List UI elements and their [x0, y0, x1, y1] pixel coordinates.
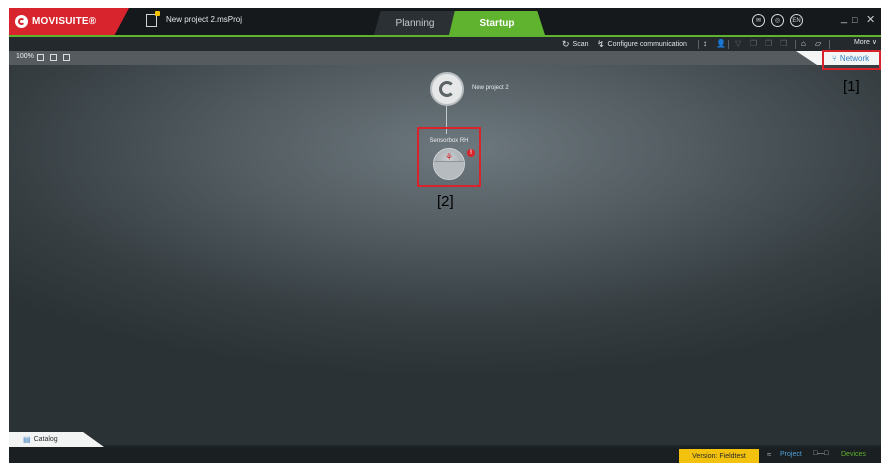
collapse-icon[interactable]: ≈ [767, 450, 771, 459]
toolbar: ↻ Scan ↯ Configure communication ↕ 👤 ▽ ❐… [9, 35, 881, 51]
marker-1: [1] [843, 78, 860, 95]
toolbar-separator [829, 40, 830, 49]
refresh-icon: ↻ [562, 38, 570, 49]
tab-startup[interactable]: Startup [449, 11, 545, 35]
filter-icon[interactable]: ▽ [735, 39, 741, 48]
network-canvas[interactable] [9, 65, 881, 445]
toolbar-separator [795, 40, 796, 49]
search-icon[interactable]: ◎ [771, 14, 784, 27]
copy-icon[interactable]: ❐ [750, 39, 757, 48]
toolbar-separator [728, 40, 729, 49]
tab-planning[interactable]: Planning [374, 11, 456, 35]
brand-logo[interactable]: MOVISUITE® [9, 8, 129, 35]
highlight-network [822, 50, 881, 70]
project-file-name: New project 2.msProj [166, 15, 243, 24]
zoom-fit-icon[interactable] [37, 54, 44, 61]
upload-icon[interactable]: ❐ [765, 39, 772, 48]
device-sensor-icon: ⚘ [445, 152, 454, 162]
catalog-label: Catalog [33, 436, 58, 443]
sew-logo-icon [15, 15, 28, 28]
close-button[interactable]: ✕ [866, 14, 875, 27]
language-button[interactable]: EN [790, 14, 803, 27]
toolbar-separator [698, 40, 699, 49]
brand-name: MOVISUITE® [32, 16, 97, 27]
project-file-icon[interactable] [146, 11, 160, 27]
project-icon [439, 81, 455, 97]
app-window: MOVISUITE® New project 2.msProj Planning… [9, 8, 881, 463]
title-bar: MOVISUITE® New project 2.msProj Planning… [9, 8, 881, 35]
status-devices[interactable]: Devices [841, 451, 866, 458]
download-icon[interactable]: ❐ [780, 39, 787, 48]
zoom-bar: 100% [9, 51, 881, 65]
plug-icon: ↯ [597, 38, 605, 49]
version-badge: Version: Fieldtest [679, 449, 759, 463]
home-icon[interactable]: ⌂ [801, 39, 806, 48]
project-device-link-icon: □—□ [813, 450, 829, 457]
project-root-label: New project 2 [472, 85, 509, 91]
catalog-book-icon: ▤ [23, 435, 31, 444]
minimize-button[interactable]: _ [841, 12, 847, 25]
zoom-level[interactable]: 100% [16, 53, 34, 60]
scan-label: Scan [572, 40, 589, 48]
maximize-button[interactable]: □ [852, 14, 857, 27]
connect-icon[interactable]: ↕ [703, 39, 707, 48]
configure-label: Configure communication [607, 40, 687, 48]
zoom-in-icon[interactable] [63, 54, 70, 61]
mail-icon[interactable]: ✉ [752, 14, 765, 27]
scan-button[interactable]: ↻ Scan [562, 38, 589, 50]
status-project[interactable]: Project [780, 451, 802, 458]
person-icon[interactable]: 👤 [716, 39, 726, 48]
project-root-node[interactable] [430, 72, 464, 106]
configure-communication-button[interactable]: ↯ Configure communication [597, 38, 687, 50]
more-menu-button[interactable]: More ∨ [854, 38, 877, 46]
zoom-out-icon[interactable] [50, 54, 57, 61]
document-icon[interactable]: ▱ [815, 39, 821, 48]
marker-2: [2] [437, 193, 454, 210]
catalog-button[interactable]: ▤ Catalog [23, 435, 58, 444]
